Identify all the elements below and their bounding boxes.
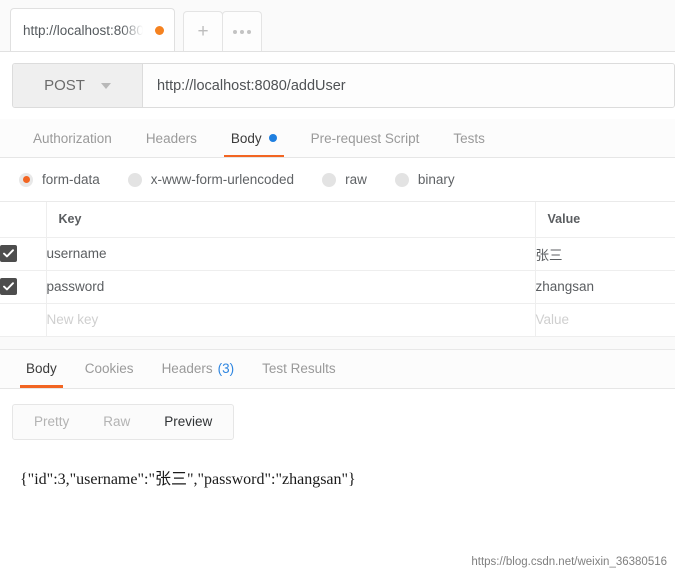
response-tab-body-label: Body [26, 361, 57, 376]
url-bar-container: POST http://localhost:8080/addUser [0, 52, 675, 119]
form-data-table-body: username 张三 password zhangsan New key Va… [0, 237, 675, 337]
tab-tests-label: Tests [453, 130, 485, 146]
request-tabs: Authorization Headers Body Pre-request S… [0, 119, 675, 158]
url-bar: POST http://localhost:8080/addUser [12, 63, 675, 108]
radio-x-www-form-urlencoded-icon[interactable] [127, 172, 142, 187]
view-raw-button[interactable]: Raw [86, 406, 147, 438]
radio-binary-icon[interactable] [394, 172, 409, 187]
response-tab-test-results-label: Test Results [262, 361, 336, 376]
response-view-toggle-container: Pretty Raw Preview [0, 388, 675, 440]
http-method-selector[interactable]: POST [13, 64, 143, 107]
radio-raw[interactable]: raw [322, 172, 367, 187]
row-key-input[interactable]: password [46, 270, 536, 304]
radio-binary-label: binary [417, 172, 455, 187]
view-preview-button[interactable]: Preview [147, 406, 229, 438]
response-tab-cookies-label: Cookies [84, 361, 134, 376]
plus-icon: + [197, 21, 209, 42]
new-key-input[interactable]: New key [46, 303, 536, 337]
chevron-down-icon [100, 82, 111, 89]
request-tab-label: http://localhost:8080/ [23, 22, 143, 38]
response-body-content: {"id":3,"username":"张三","password":"zhan… [0, 439, 675, 489]
view-pretty-button[interactable]: Pretty [17, 406, 86, 438]
header-checkbox-column [0, 202, 47, 238]
table-row[interactable]: username 张三 [0, 237, 675, 271]
tab-headers[interactable]: Headers [129, 119, 214, 157]
new-tab-button[interactable]: + [183, 11, 223, 51]
radio-form-data[interactable]: form-data [19, 172, 100, 187]
radio-raw-icon[interactable] [322, 172, 337, 187]
new-row-checkbox-cell [0, 303, 47, 337]
tab-authorization[interactable]: Authorization [16, 119, 129, 157]
row-key-input[interactable]: username [46, 237, 536, 271]
body-type-radio-group: form-data x-www-form-urlencoded raw bina… [0, 158, 675, 202]
tab-body-label: Body [230, 130, 262, 146]
radio-form-data-icon[interactable] [19, 172, 33, 187]
response-tab-body[interactable]: Body [12, 350, 71, 388]
table-row-new[interactable]: New key Value [0, 303, 675, 337]
request-tab[interactable]: http://localhost:8080/ [10, 8, 175, 51]
header-value: Value [535, 202, 675, 238]
tab-authorization-label: Authorization [33, 130, 112, 146]
checkbox-checked-icon[interactable] [0, 244, 17, 262]
tab-body[interactable]: Body [214, 119, 294, 157]
response-tab-cookies[interactable]: Cookies [71, 350, 148, 388]
tab-tests[interactable]: Tests [436, 119, 502, 157]
radio-binary[interactable]: binary [394, 172, 455, 187]
row-checkbox-cell[interactable] [0, 270, 47, 304]
form-data-table-header: Key Value [0, 202, 675, 238]
browser-tab-strip: http://localhost:8080/ + [0, 0, 675, 52]
radio-x-www-form-urlencoded-label: x-www-form-urlencoded [150, 172, 295, 187]
table-spacer [0, 336, 675, 350]
response-view-toggle: Pretty Raw Preview [12, 403, 235, 440]
tab-headers-label: Headers [145, 130, 197, 146]
radio-x-www-form-urlencoded[interactable]: x-www-form-urlencoded [127, 172, 295, 187]
new-value-input[interactable]: Value [535, 303, 675, 337]
watermark: https://blog.csdn.net/weixin_36380516 [471, 556, 667, 568]
ellipsis-icon [233, 29, 251, 34]
response-tab-headers[interactable]: Headers (3) [148, 350, 249, 388]
row-checkbox-cell[interactable] [0, 237, 47, 271]
tab-options-button[interactable] [222, 11, 262, 51]
row-value-input[interactable]: 张三 [535, 237, 675, 271]
url-input-value: http://localhost:8080/addUser [157, 77, 346, 94]
radio-raw-label: raw [345, 172, 367, 187]
table-row[interactable]: password zhangsan [0, 270, 675, 304]
response-tab-test-results[interactable]: Test Results [248, 350, 350, 388]
http-method-label: POST [44, 77, 85, 94]
response-tabs: Body Cookies Headers (3) Test Results [0, 349, 675, 389]
form-data-table: Key Value username 张三 password zhangsan [0, 202, 675, 337]
table-header-row: Key Value [0, 202, 675, 238]
checkbox-checked-icon[interactable] [0, 277, 17, 295]
unsaved-changes-dot-icon [155, 25, 164, 35]
tab-pre-request-script[interactable]: Pre-request Script [294, 119, 437, 157]
tab-pre-request-script-label: Pre-request Script [310, 130, 420, 146]
radio-form-data-label: form-data [42, 172, 100, 187]
header-key: Key [46, 202, 536, 238]
response-tab-headers-label: Headers [161, 361, 213, 376]
response-headers-count: (3) [217, 361, 235, 376]
body-modified-dot-icon [268, 134, 277, 142]
url-input[interactable]: http://localhost:8080/addUser [143, 64, 674, 107]
row-value-input[interactable]: zhangsan [535, 270, 675, 304]
